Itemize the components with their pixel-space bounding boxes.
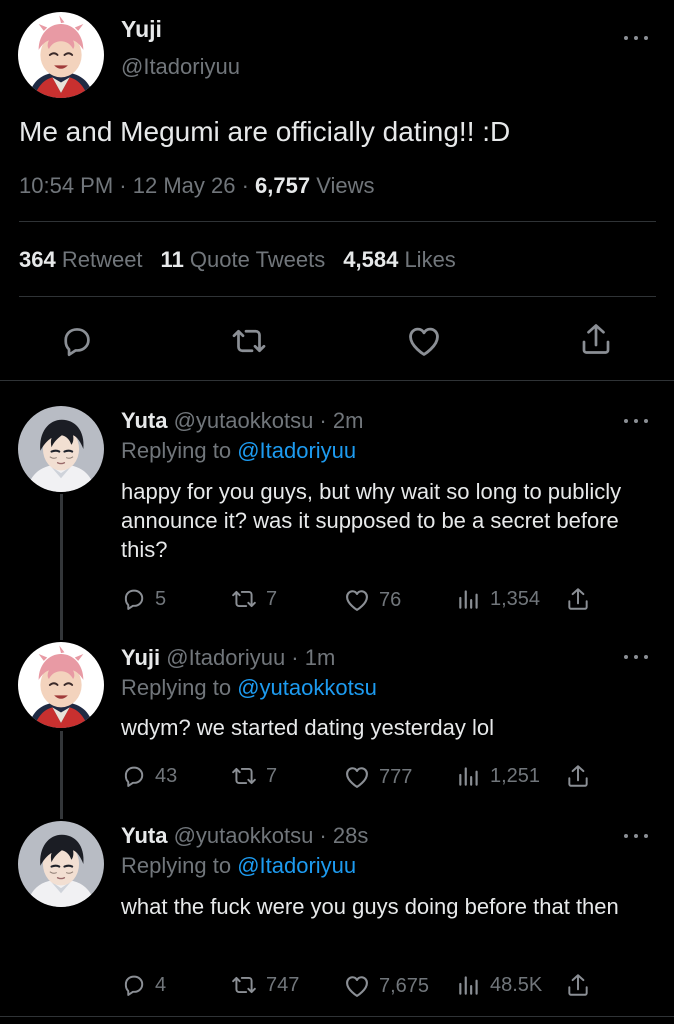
avatar[interactable] <box>18 642 104 728</box>
views-button[interactable]: 1,354 <box>456 586 540 612</box>
views-count: 48.5K <box>490 973 543 996</box>
like-count: 777 <box>379 765 413 788</box>
more-icon[interactable] <box>624 831 648 841</box>
reply-icon <box>121 586 147 612</box>
tweet-meta: 10:54 PM · 12 May 26 · 6,757 Views <box>19 173 375 199</box>
reply-text: wdym? we started dating yesterday lol <box>121 715 494 740</box>
author-meta[interactable]: @yutaokkotsu · 2m <box>167 408 364 433</box>
like-count: 76 <box>379 588 402 611</box>
avatar[interactable] <box>18 12 104 98</box>
reply-header: Yuta @yutaokkotsu · 2m <box>121 408 363 434</box>
share-button[interactable] <box>565 762 591 790</box>
reply-icon <box>121 972 147 998</box>
author-name[interactable]: Yuji <box>121 645 160 670</box>
share-icon <box>565 971 591 999</box>
reply-header: Yuji @Itadoriyuu · 1m <box>121 645 335 671</box>
share-icon <box>565 585 591 613</box>
more-icon[interactable] <box>624 416 648 426</box>
replying-to: Replying to @Itadoriyuu <box>121 853 357 878</box>
share-icon <box>565 762 591 790</box>
more-icon[interactable] <box>624 652 648 662</box>
author-name[interactable]: Yuji <box>121 16 162 43</box>
views-icon <box>456 586 482 612</box>
author-handle[interactable]: @Itadoriyuu <box>121 54 240 80</box>
reply-count: 5 <box>155 587 167 610</box>
reply-button[interactable]: 43 <box>121 763 177 789</box>
retweet-icon <box>230 763 258 789</box>
retweet-icon <box>230 972 258 998</box>
divider <box>0 1016 674 1017</box>
thread-line <box>60 494 63 640</box>
reply-count: 4 <box>155 973 167 996</box>
mention-link[interactable]: @Itadoriyuu <box>237 438 356 463</box>
views-icon <box>456 972 482 998</box>
like-button[interactable]: 777 <box>343 763 412 791</box>
separator: · <box>235 173 256 198</box>
reply-text: happy for you guys, but why wait so long… <box>121 479 622 562</box>
divider <box>19 296 656 297</box>
author-meta[interactable]: @Itadoriyuu · 1m <box>160 645 335 670</box>
retweet-button[interactable]: 747 <box>230 972 299 998</box>
views-label: Views <box>310 173 375 198</box>
views-icon <box>456 763 482 789</box>
retweet-count: 7 <box>266 764 278 787</box>
heart-icon <box>343 586 371 614</box>
more-icon[interactable] <box>624 33 648 43</box>
tweet-date[interactable]: 12 May 26 <box>133 173 236 198</box>
views-button[interactable]: 1,251 <box>456 763 540 789</box>
quotes-stat[interactable]: 11 Quote Tweets <box>161 247 326 272</box>
like-button[interactable]: 76 <box>343 586 401 614</box>
thread-line <box>60 731 63 819</box>
retweet-icon <box>230 586 258 612</box>
divider <box>19 221 656 222</box>
mention-link[interactable]: @yutaokkotsu <box>237 675 377 700</box>
retweet-count: 7 <box>266 587 278 610</box>
avatar[interactable] <box>18 821 104 907</box>
share-button[interactable] <box>565 585 591 613</box>
author-name[interactable]: Yuta <box>121 408 167 433</box>
replying-to: Replying to @yutaokkotsu <box>121 675 377 700</box>
tweet-text: Me and Megumi are officially dating!! :D <box>19 116 511 147</box>
reply-header: Yuta @yutaokkotsu · 28s <box>121 823 368 849</box>
reply-button[interactable]: 4 <box>121 972 166 998</box>
views-button[interactable]: 48.5K <box>456 972 542 998</box>
retweet-icon[interactable] <box>230 323 268 359</box>
reply-count: 43 <box>155 764 178 787</box>
views-count: 1,251 <box>490 764 541 787</box>
retweet-button[interactable]: 7 <box>230 586 277 612</box>
share-button[interactable] <box>565 971 591 999</box>
author-name[interactable]: Yuta <box>121 823 167 848</box>
mention-link[interactable]: @Itadoriyuu <box>237 853 356 878</box>
engagement-stats: 364 Retweet 11 Quote Tweets 4,584 Likes <box>19 247 456 273</box>
replying-to: Replying to @Itadoriyuu <box>121 438 357 463</box>
avatar[interactable] <box>18 406 104 492</box>
heart-icon <box>343 972 371 1000</box>
tweet-time[interactable]: 10:54 PM <box>19 173 113 198</box>
retweet-button[interactable]: 7 <box>230 763 277 789</box>
reply-button[interactable]: 5 <box>121 586 166 612</box>
heart-icon[interactable] <box>405 322 443 360</box>
retweets-stat[interactable]: 364 Retweet <box>19 247 143 272</box>
like-button[interactable]: 7,675 <box>343 972 429 1000</box>
like-count: 7,675 <box>379 974 430 997</box>
retweet-count: 747 <box>266 973 300 996</box>
author-meta[interactable]: @yutaokkotsu · 28s <box>167 823 369 848</box>
views-count: 6,757 <box>255 173 311 198</box>
separator: · <box>113 173 133 198</box>
likes-stat[interactable]: 4,584 Likes <box>343 247 456 272</box>
views-count: 1,354 <box>490 587 541 610</box>
divider <box>0 380 674 381</box>
reply-icon <box>121 763 147 789</box>
heart-icon <box>343 763 371 791</box>
reply-icon[interactable] <box>59 323 95 359</box>
reply-text: what the fuck were you guys doing before… <box>121 894 619 919</box>
share-icon[interactable] <box>578 320 614 358</box>
